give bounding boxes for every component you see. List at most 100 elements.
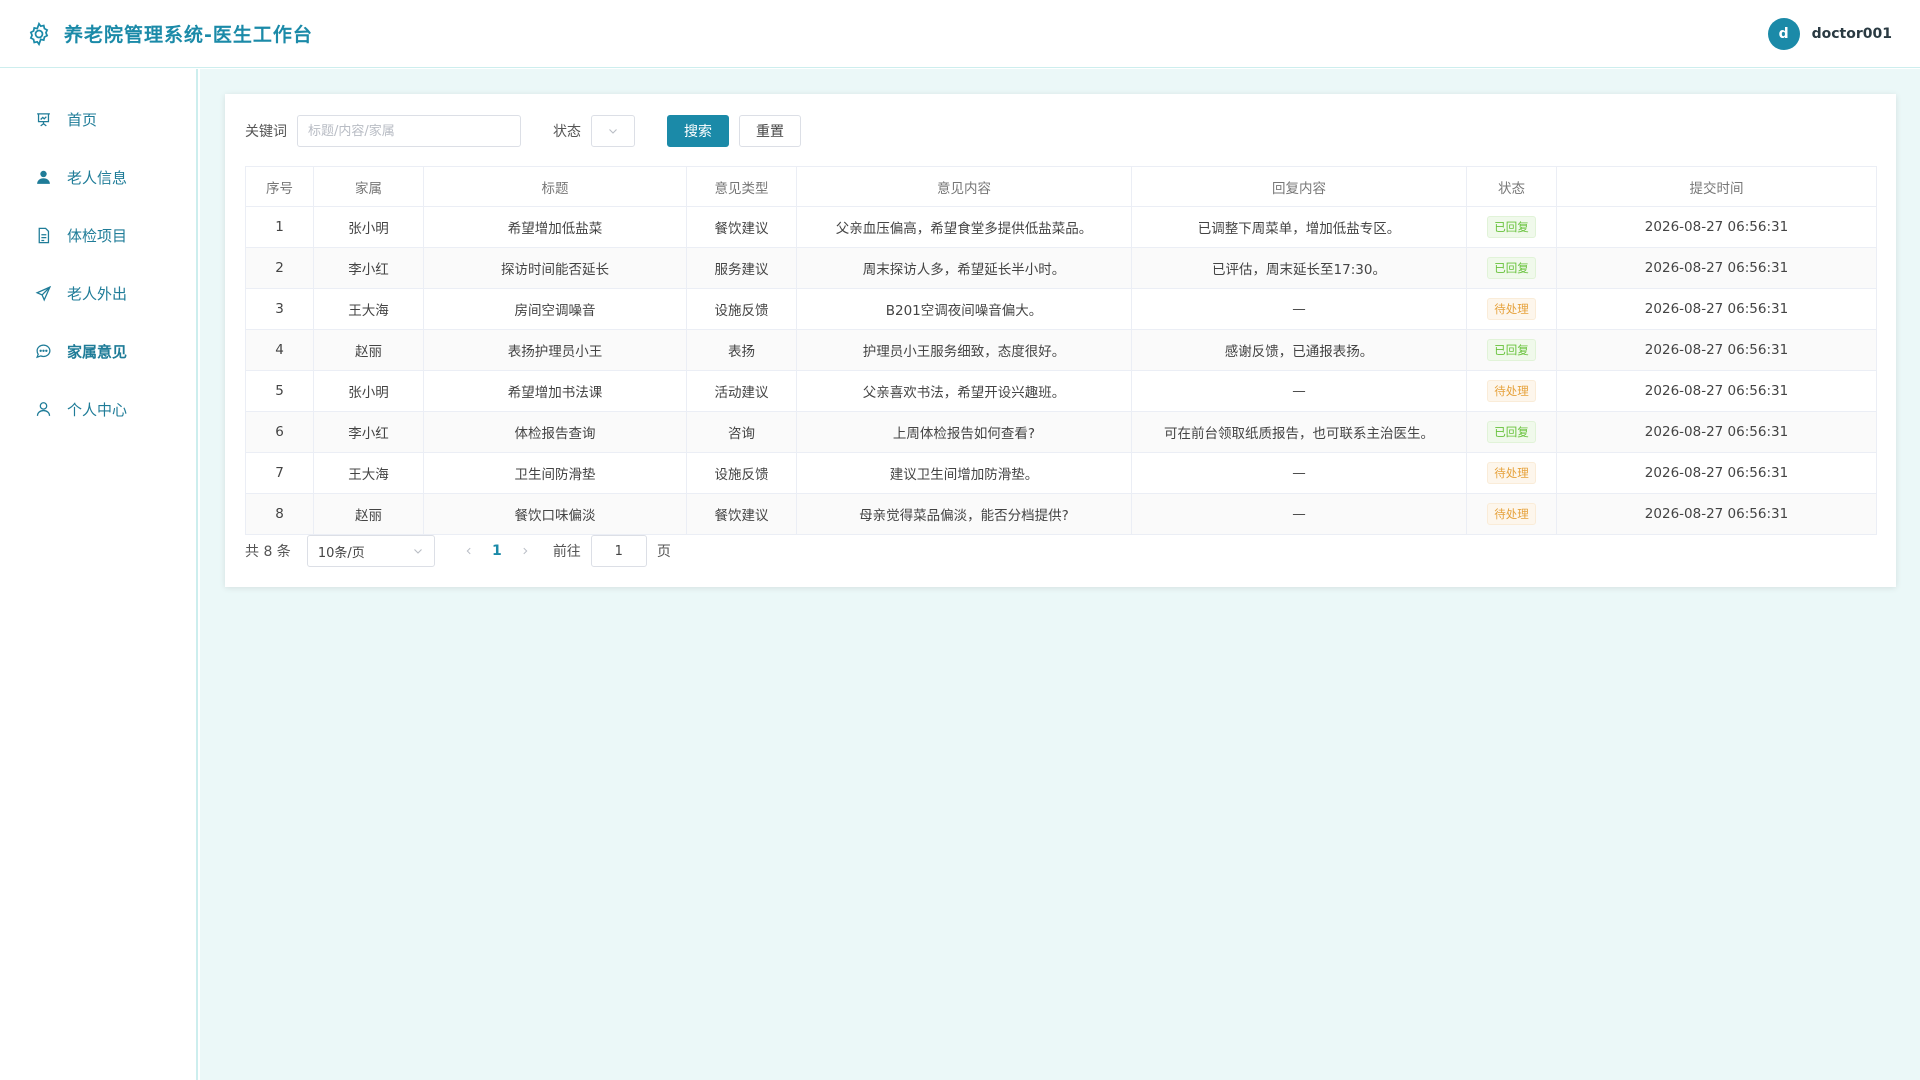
- top-header: 养老院管理系统-医生工作台 d doctor001: [0, 0, 1920, 68]
- cell-no: 3: [245, 288, 314, 330]
- table-row[interactable]: 6 李小红 体检报告查询 咨询 上周体检报告如何查看? 可在前台领取纸质报告，也…: [245, 411, 1877, 453]
- sidebar-item-profile[interactable]: 个人中心: [0, 380, 196, 438]
- cell-no: 4: [245, 329, 314, 371]
- cell-family: 王大海: [313, 288, 424, 330]
- sidebar-item-checkup[interactable]: 体检项目: [0, 206, 196, 264]
- status-badge: 待处理: [1487, 503, 1536, 525]
- chevron-left-icon: [466, 547, 471, 555]
- filter-bar: 关键词 状态 搜索 重置: [245, 114, 1876, 148]
- sidebar-item-label: 家属意见: [67, 342, 128, 361]
- sidebar-item-label: 个人中心: [67, 400, 128, 419]
- status-badge: 待处理: [1487, 462, 1536, 484]
- column-header: 状态: [1466, 166, 1557, 207]
- cell-reply: 已评估，周末延长至17:30。: [1131, 247, 1467, 289]
- sidebar-item-home[interactable]: 首页: [0, 90, 196, 148]
- sidebar-item-label: 老人信息: [67, 168, 128, 187]
- table-row[interactable]: 1 张小明 希望增加低盐菜 餐饮建议 父亲血压偏高，希望食堂多提供低盐菜品。 已…: [245, 206, 1877, 248]
- cell-time: 2026-08-27 06:56:31: [1556, 247, 1877, 289]
- table-row[interactable]: 7 王大海 卫生间防滑垫 设施反馈 建议卫生间增加防滑垫。 — 待处理 2026…: [245, 452, 1877, 494]
- reset-button[interactable]: 重置: [739, 115, 801, 147]
- cell-title: 表扬护理员小王: [423, 329, 687, 371]
- chevron-right-icon: [523, 547, 528, 555]
- table-row[interactable]: 3 王大海 房间空调噪音 设施反馈 B201空调夜间噪音偏大。 — 待处理 20…: [245, 288, 1877, 330]
- chevron-down-icon: [607, 125, 619, 137]
- sidebar-item-outing[interactable]: 老人外出: [0, 264, 196, 322]
- prev-page-button[interactable]: [457, 537, 481, 565]
- cell-no: 6: [245, 411, 314, 453]
- status-label: 状态: [553, 124, 581, 140]
- cell-no: 8: [245, 493, 314, 535]
- gear-icon[interactable]: [26, 21, 52, 47]
- column-header: 序号: [245, 166, 314, 207]
- cell-status: 待处理: [1466, 493, 1557, 535]
- cell-time: 2026-08-27 06:56:31: [1556, 411, 1877, 453]
- table-row[interactable]: 5 张小明 希望增加书法课 活动建议 父亲喜欢书法，希望开设兴趣班。 — 待处理…: [245, 370, 1877, 412]
- cell-status: 已回复: [1466, 411, 1557, 453]
- cell-time: 2026-08-27 06:56:31: [1556, 329, 1877, 371]
- username[interactable]: doctor001: [1812, 26, 1892, 42]
- cell-reply: 可在前台领取纸质报告，也可联系主治医生。: [1131, 411, 1467, 453]
- cell-content: 护理员小王服务细致，态度很好。: [796, 329, 1132, 371]
- table-row[interactable]: 2 李小红 探访时间能否延长 服务建议 周末探访人多，希望延长半小时。 已评估，…: [245, 247, 1877, 289]
- goto-page-input[interactable]: [590, 535, 647, 567]
- cell-no: 2: [245, 247, 314, 289]
- page-number-current[interactable]: 1: [481, 537, 513, 565]
- cell-family: 张小明: [313, 370, 424, 412]
- search-button[interactable]: 搜索: [667, 115, 729, 147]
- sidebar-item-elder-info[interactable]: 老人信息: [0, 148, 196, 206]
- cell-reply: —: [1131, 370, 1467, 412]
- cell-time: 2026-08-27 06:56:31: [1556, 288, 1877, 330]
- table-row[interactable]: 4 赵丽 表扬护理员小王 表扬 护理员小王服务细致，态度很好。 感谢反馈，已通报…: [245, 329, 1877, 371]
- cell-title: 体检报告查询: [423, 411, 687, 453]
- cell-reply: 已调整下周菜单，增加低盐专区。: [1131, 206, 1467, 248]
- cell-reply: 感谢反馈，已通报表扬。: [1131, 329, 1467, 371]
- status-badge: 已回复: [1487, 421, 1536, 443]
- cell-time: 2026-08-27 06:56:31: [1556, 206, 1877, 248]
- column-header: 家属: [313, 166, 424, 207]
- cell-family: 张小明: [313, 206, 424, 248]
- feedback-card: 关键词 状态 搜索 重置 序号 家属 标题 意见类型: [225, 94, 1896, 587]
- status-badge: 已回复: [1487, 216, 1536, 238]
- cell-type: 服务建议: [686, 247, 797, 289]
- page-size-select[interactable]: 10条/页: [306, 535, 435, 567]
- cell-family: 赵丽: [313, 329, 424, 371]
- cell-status: 待处理: [1466, 288, 1557, 330]
- cell-type: 表扬: [686, 329, 797, 371]
- feedback-table: 序号 家属 标题 意见类型 意见内容 回复内容 状态 提交时间 1 张小明 希望…: [245, 166, 1877, 535]
- cell-time: 2026-08-27 06:56:31: [1556, 452, 1877, 494]
- keyword-input[interactable]: [297, 115, 521, 147]
- cell-title: 餐饮口味偏淡: [423, 493, 687, 535]
- cell-no: 5: [245, 370, 314, 412]
- chat-dots-icon: [34, 342, 52, 360]
- cell-title: 房间空调噪音: [423, 288, 687, 330]
- cell-family: 李小红: [313, 411, 424, 453]
- status-badge: 待处理: [1487, 380, 1536, 402]
- cell-content: B201空调夜间噪音偏大。: [796, 288, 1132, 330]
- cell-reply: —: [1131, 493, 1467, 535]
- user-outline-icon: [34, 400, 52, 418]
- column-header: 意见内容: [796, 166, 1132, 207]
- goto-label: 前往: [552, 544, 581, 560]
- cell-content: 父亲血压偏高，希望食堂多提供低盐菜品。: [796, 206, 1132, 248]
- status-badge: 已回复: [1487, 257, 1536, 279]
- cell-no: 7: [245, 452, 314, 494]
- next-page-button[interactable]: [513, 537, 537, 565]
- cell-content: 母亲觉得菜品偏淡，能否分档提供?: [796, 493, 1132, 535]
- page-size-value: 10条/页: [317, 545, 365, 561]
- cell-family: 李小红: [313, 247, 424, 289]
- sidebar-item-family-feedback[interactable]: 家属意见: [0, 322, 196, 380]
- status-select[interactable]: [591, 115, 635, 147]
- cell-reply: —: [1131, 288, 1467, 330]
- avatar[interactable]: d: [1767, 17, 1800, 50]
- pagination: 共 8 条 10条/页 1 前往 页: [245, 535, 1876, 567]
- status-badge: 已回复: [1487, 339, 1536, 361]
- cell-reply: —: [1131, 452, 1467, 494]
- cell-family: 赵丽: [313, 493, 424, 535]
- cell-type: 设施反馈: [686, 452, 797, 494]
- table-row[interactable]: 8 赵丽 餐饮口味偏淡 餐饮建议 母亲觉得菜品偏淡，能否分档提供? — 待处理 …: [245, 493, 1877, 535]
- cell-status: 已回复: [1466, 329, 1557, 371]
- cell-status: 已回复: [1466, 206, 1557, 248]
- cell-status: 待处理: [1466, 452, 1557, 494]
- cell-title: 希望增加书法课: [423, 370, 687, 412]
- user-menu[interactable]: d doctor001: [1767, 17, 1892, 50]
